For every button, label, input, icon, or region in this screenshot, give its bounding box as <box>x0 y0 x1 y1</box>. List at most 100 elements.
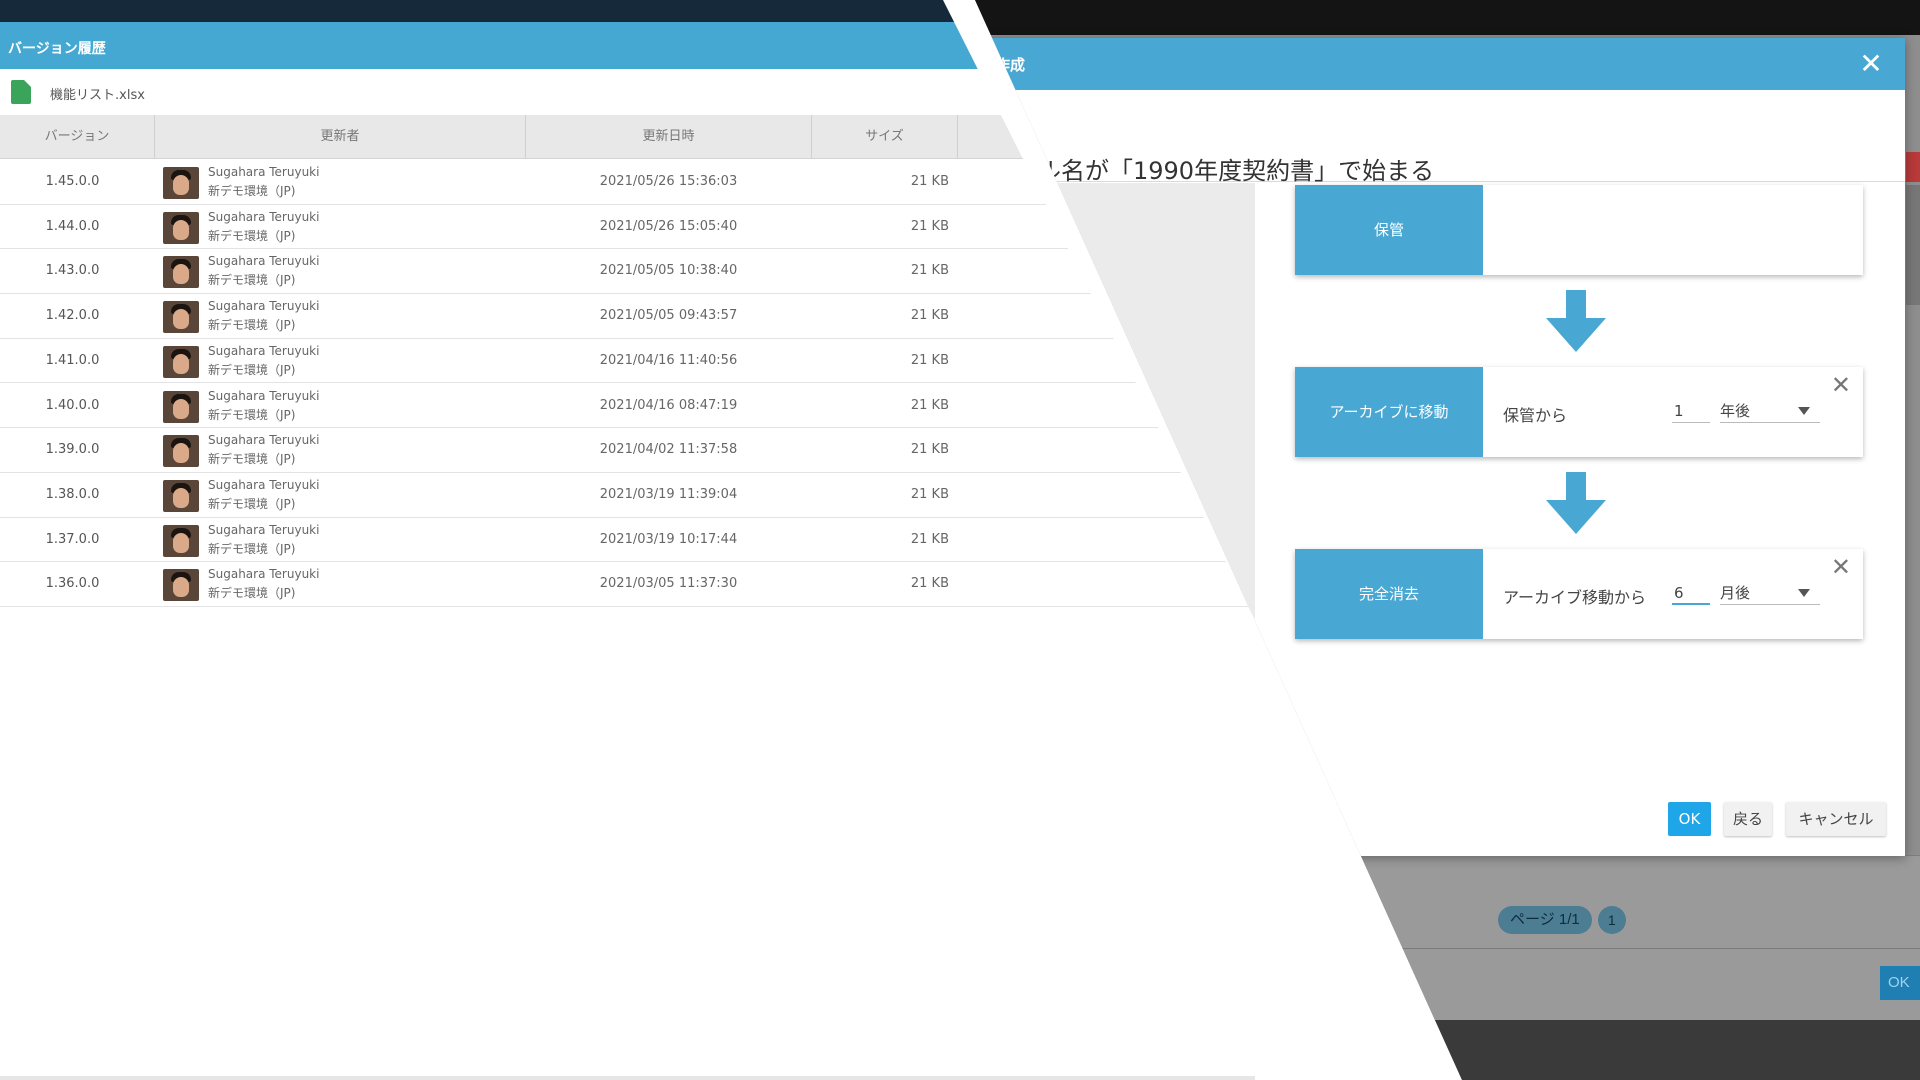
delete-period-input[interactable]: 6 <box>1672 581 1710 605</box>
avatar <box>163 345 199 378</box>
ok-button[interactable]: OK <box>1668 802 1711 836</box>
table-header: バージョン 更新者 更新日時 サイズ <box>0 115 1030 159</box>
updated-at-cell: 2021/04/02 11:37:58 <box>599 442 738 458</box>
file-info: 機能リスト.xlsx <box>0 69 1000 115</box>
table-row[interactable]: 1.36.0.0 Sugahara Teruyuki 新デモ環境（JP) 2021/0… <box>0 562 1255 607</box>
updated-at-cell: 2021/04/16 11:40:56 <box>599 352 738 368</box>
close-icon[interactable]: ✕ <box>1853 46 1889 82</box>
updater-name: Sugahara Teruyuki <box>208 477 320 492</box>
updated-at-cell: 2021/05/26 15:36:03 <box>599 174 738 189</box>
size-cell: 21 KB <box>910 263 949 279</box>
side-strip <box>1906 185 1920 305</box>
updater-name: Sugahara Teruyuki <box>208 343 320 358</box>
back-button[interactable]: 戻る <box>1724 802 1772 836</box>
panel-title: バージョン履歴 <box>8 41 106 57</box>
updater-environment: 新デモ環境（JP) <box>208 496 296 511</box>
side-tab[interactable] <box>1906 152 1920 182</box>
size-cell: 21 KB <box>910 531 949 547</box>
version-cell: 1.41.0.0 <box>45 352 100 368</box>
updater-name: Sugahara Teruyuki <box>208 254 320 269</box>
remove-stage-icon[interactable]: ✕ <box>1831 373 1851 397</box>
updater-name: Sugahara Teruyuki <box>208 567 320 582</box>
rule-condition-text: イル名が「1990年度契約書」で始まる <box>1013 157 1435 185</box>
updated-at-cell: 2021/04/16 08:47:19 <box>599 397 738 413</box>
excel-file-icon <box>11 80 31 104</box>
table-row[interactable]: 1.37.0.0 Sugahara Teruyuki 新デモ環境（JP) 2021/0… <box>0 518 1255 563</box>
stage-label: 保管 <box>1295 185 1483 275</box>
updated-at-cell: 2021/03/19 11:39:04 <box>599 486 738 502</box>
size-cell: 21 KB <box>910 486 949 502</box>
updater-name: Sugahara Teruyuki <box>208 209 320 224</box>
column-size[interactable]: サイズ <box>812 115 957 159</box>
updated-at-cell: 2021/05/05 10:38:40 <box>599 263 738 279</box>
archive-unit-select[interactable]: 年後 <box>1720 399 1820 423</box>
stage-description: 保管から <box>1503 406 1568 425</box>
avatar <box>163 211 199 244</box>
updater-name: Sugahara Teruyuki <box>208 522 320 537</box>
chevron-down-icon <box>1798 407 1810 415</box>
updater-environment: 新デモ環境（JP) <box>208 228 296 243</box>
arrow-down-icon <box>1546 290 1606 352</box>
version-cell: 1.42.0.0 <box>45 308 100 324</box>
updater-name: Sugahara Teruyuki <box>208 388 320 403</box>
stage-retain: 保管 <box>1295 185 1863 275</box>
table-row[interactable]: 1.39.0.0 Sugahara Teruyuki 新デモ環境（JP) 2021/0… <box>0 428 1255 473</box>
updater-environment: 新デモ環境（JP) <box>208 273 296 288</box>
version-cell: 1.40.0.0 <box>45 397 100 413</box>
table-row[interactable]: 1.42.0.0 Sugahara Teruyuki 新デモ環境（JP) 2021/0… <box>0 294 1255 339</box>
bottom-border <box>0 1076 1255 1080</box>
updater-name: Sugahara Teruyuki <box>208 299 320 314</box>
size-cell: 21 KB <box>910 576 949 592</box>
version-cell: 1.44.0.0 <box>45 218 100 234</box>
remove-stage-icon[interactable]: ✕ <box>1831 555 1851 579</box>
updater-environment: 新デモ環境（JP) <box>208 541 296 556</box>
stage-description: アーカイブ移動から <box>1503 588 1647 607</box>
file-name: 機能リスト.xlsx <box>50 88 145 103</box>
size-cell: 21 KB <box>910 308 949 324</box>
updater-name: Sugahara Teruyuki <box>208 433 320 448</box>
updater-name: Sugahara Teruyuki <box>208 165 320 179</box>
updated-at-cell: 2021/03/19 10:17:44 <box>599 531 738 547</box>
column-updated-at[interactable]: 更新日時 <box>526 115 811 159</box>
updater-environment: 新デモ環境（JP) <box>208 318 296 333</box>
size-cell: 21 KB <box>910 352 949 368</box>
background-ok-button[interactable]: OK <box>1880 966 1920 1000</box>
version-cell: 1.37.0.0 <box>45 531 100 547</box>
stage-label: アーカイブに移動 <box>1295 367 1483 457</box>
column-divider <box>957 115 958 159</box>
size-cell: 21 KB <box>910 218 949 234</box>
dialog-title: 作成 <box>995 56 1026 74</box>
updater-environment: 新デモ環境（JP) <box>208 452 296 467</box>
column-version[interactable]: バージョン <box>0 115 154 159</box>
version-cell: 1.36.0.0 <box>45 576 100 592</box>
updater-environment: 新デモ環境（JP) <box>208 407 296 422</box>
version-cell: 1.39.0.0 <box>45 442 100 458</box>
column-updater[interactable]: 更新者 <box>155 115 525 159</box>
delete-unit-select[interactable]: 月後 <box>1720 581 1820 605</box>
avatar <box>163 301 199 334</box>
version-cell: 1.43.0.0 <box>45 263 100 279</box>
size-cell: 21 KB <box>910 174 949 189</box>
stage-delete: 完全消去 アーカイブ移動から 6 月後 ✕ <box>1295 549 1863 639</box>
updater-environment: 新デモ環境（JP) <box>208 586 296 601</box>
table-row[interactable]: 1.38.0.0 Sugahara Teruyuki 新デモ環境（JP) 2021/0… <box>0 473 1255 518</box>
table-row[interactable]: 1.40.0.0 Sugahara Teruyuki 新デモ環境（JP) 2021/0… <box>0 384 1255 429</box>
avatar <box>163 390 199 423</box>
pager: ページ 1/1 1 <box>1498 906 1626 934</box>
archive-unit-value: 年後 <box>1720 402 1751 420</box>
archive-period-input[interactable]: 1 <box>1672 399 1710 423</box>
pager-label: ページ 1/1 <box>1498 906 1592 934</box>
app-top-bar <box>0 0 1000 22</box>
table-row[interactable]: 1.41.0.0 Sugahara Teruyuki 新デモ環境（JP) 2021/0… <box>0 339 1255 384</box>
chevron-down-icon <box>1798 589 1810 597</box>
delete-unit-value: 月後 <box>1720 584 1751 602</box>
stage-label: 完全消去 <box>1295 549 1483 639</box>
pager-page-1[interactable]: 1 <box>1597 906 1626 934</box>
version-cell: 1.38.0.0 <box>45 486 100 502</box>
updater-environment: 新デモ環境（JP) <box>208 184 296 198</box>
avatar <box>163 569 199 602</box>
version-cell: 1.45.0.0 <box>45 174 100 189</box>
cancel-button[interactable]: キャンセル <box>1786 802 1886 836</box>
avatar <box>163 167 199 199</box>
avatar <box>163 524 199 557</box>
